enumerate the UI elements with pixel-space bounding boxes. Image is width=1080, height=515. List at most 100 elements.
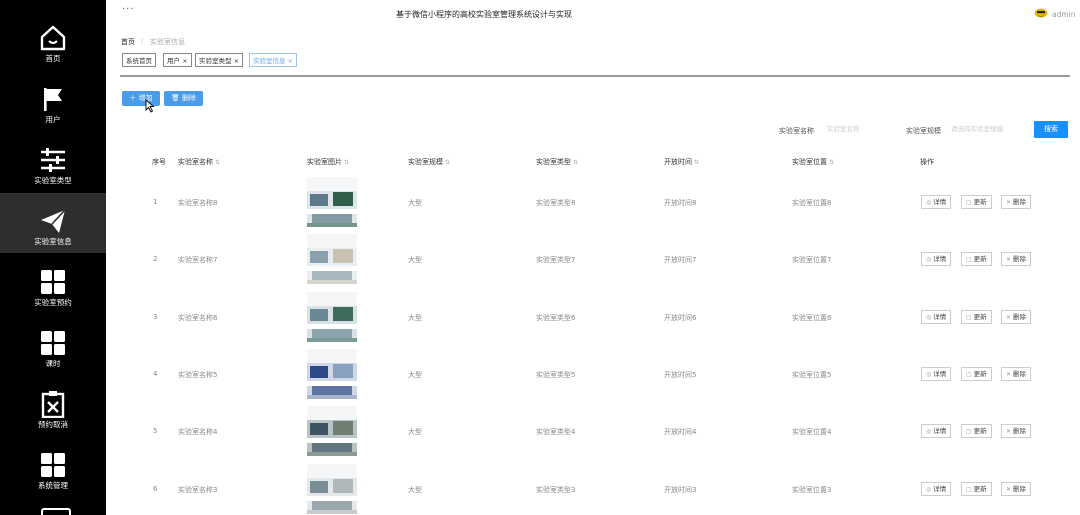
lab-scale-cell: 大型 (408, 370, 422, 379)
sort-icon[interactable]: ⇅ (694, 159, 699, 166)
sort-icon[interactable]: ⇅ (344, 159, 349, 166)
eye-icon: ◎ (926, 256, 932, 264)
close-icon: ✕ (1006, 199, 1012, 206)
menu-toggle[interactable]: ··· (122, 4, 135, 15)
detail-button[interactable]: ◎ 详情 (921, 309, 952, 324)
sort-icon[interactable]: ⇅ (829, 159, 834, 166)
sidebar: 首页 用户 实验室类型 实验室信息 实验室预约 课时 预约取消 系统管理 (0, 0, 106, 515)
lab-type-cell: 实验室类型5 (536, 370, 576, 379)
lab-name-cell: 实验室名称7 (178, 256, 218, 265)
row-delete-button-label: 删除 (1013, 369, 1027, 378)
row-index: 2 (153, 255, 158, 264)
tab-lab-info[interactable]: 实验室信息 × (249, 53, 298, 67)
lab-type-cell: 实验室类型4 (536, 428, 576, 437)
row-delete-button[interactable]: ✕ 删除 (1001, 309, 1032, 324)
edit-icon: ▢ (966, 485, 972, 493)
row-index: 6 (153, 484, 158, 493)
tab-system-home[interactable]: 系统首页 (122, 53, 156, 67)
search-button[interactable]: 搜索 (1034, 121, 1068, 138)
sidebar-item-label: 用户 (45, 115, 61, 124)
row-delete-button[interactable]: ✕ 删除 (1001, 252, 1032, 267)
home-icon (40, 25, 66, 51)
detail-button-label: 详情 (933, 198, 947, 206)
delete-button[interactable]: 🗑 删除 (164, 91, 203, 106)
row-delete-button[interactable]: ✕ 删除 (1001, 195, 1032, 209)
update-button[interactable]: ▢ 更新 (961, 424, 992, 439)
tab-user[interactable]: 用户 × (163, 53, 192, 67)
close-icon: ✕ (1006, 370, 1012, 378)
close-icon: ✕ (1006, 313, 1012, 321)
lab-scale-cell: 大型 (408, 256, 422, 265)
cursor-icon (145, 99, 155, 113)
column-header-time[interactable]: 开放时间 ⇅ (664, 157, 699, 167)
sidebar-item-lab-reserve[interactable]: 实验室预约 (0, 254, 106, 314)
grid-icon (41, 331, 65, 355)
lab-image[interactable] (307, 177, 357, 227)
column-header-location[interactable]: 实验室位置 ⇅ (792, 157, 834, 167)
update-button[interactable]: ▢ 更新 (961, 309, 992, 324)
sidebar-item-lab-type[interactable]: 实验室类型 (0, 132, 106, 192)
sidebar-item-label: 实验室预约 (34, 298, 72, 307)
name-search-label: 实验室名称 (779, 127, 814, 135)
tab-lab-type[interactable]: 实验室类型 × (195, 53, 244, 67)
lab-type-cell: 实验室类型7 (536, 256, 576, 265)
more-icon[interactable] (41, 508, 71, 515)
sidebar-item-class-hour[interactable]: 课时 (0, 315, 106, 375)
sidebar-item-label: 实验室类型 (34, 176, 72, 185)
column-header-scale[interactable]: 实验室规模 ⇅ (408, 157, 450, 167)
scale-search-select[interactable]: 请选择实验室规模 (951, 122, 1027, 137)
eye-icon: ◎ (926, 428, 932, 436)
sidebar-item-lab-info[interactable]: 实验室信息 (0, 193, 106, 253)
avatar-icon[interactable] (1034, 7, 1048, 19)
username[interactable]: admin (1052, 10, 1076, 19)
lab-image[interactable] (307, 234, 357, 285)
update-button[interactable]: ▢ 更新 (961, 252, 992, 267)
update-button[interactable]: ▢ 更新 (961, 366, 992, 381)
flag-icon (44, 88, 62, 111)
lab-name-cell: 实验室名称4 (178, 428, 218, 437)
column-header-actions: 操作 (920, 158, 934, 166)
row-index: 3 (153, 312, 158, 321)
clipboard-x-icon (41, 391, 65, 418)
lab-image[interactable] (307, 291, 357, 342)
lab-scale-cell: 大型 (408, 313, 422, 322)
detail-button[interactable]: ◎ 详情 (921, 252, 952, 267)
row-delete-button[interactable]: ✕ 删除 (1001, 366, 1032, 381)
sidebar-item-label: 预约取消 (38, 420, 68, 429)
lab-location-cell: 实验室位置7 (792, 256, 832, 265)
update-button[interactable]: ▢ 更新 (961, 481, 992, 496)
lab-name-cell: 实验室名称8 (178, 199, 218, 207)
lab-type-cell: 实验室类型6 (536, 313, 576, 322)
sidebar-item-user[interactable]: 用户 (0, 71, 106, 131)
name-search-input[interactable]: 实验室名称 (827, 122, 893, 137)
detail-button[interactable]: ◎ 详情 (921, 481, 952, 496)
lab-image[interactable] (307, 463, 357, 514)
column-header-image[interactable]: 实验室图片 ⇅ (307, 157, 349, 167)
open-time-cell: 开放时间5 (664, 370, 697, 379)
lab-location-cell: 实验室位置8 (792, 199, 832, 207)
detail-button[interactable]: ◎ 详情 (921, 366, 952, 381)
row-delete-button[interactable]: ✕ 删除 (1001, 481, 1032, 496)
row-index: 1 (153, 198, 158, 206)
open-time-cell: 开放时间6 (664, 313, 697, 322)
detail-button[interactable]: ◎ 详情 (921, 424, 952, 439)
update-button-label: 更新 (973, 312, 987, 321)
breadcrumb-home[interactable]: 首页 (121, 37, 135, 47)
detail-button[interactable]: ◎ 详情 (921, 195, 952, 209)
open-time-cell: 开放时间8 (664, 199, 697, 207)
column-header-name[interactable]: 实验室名称 ⇅ (178, 157, 220, 167)
lab-location-cell: 实验室位置4 (792, 428, 832, 437)
lab-image[interactable] (307, 348, 357, 399)
row-delete-button[interactable]: ✕ 删除 (1001, 424, 1032, 439)
column-header-type[interactable]: 实验室类型 ⇅ (536, 157, 578, 167)
row-delete-button-label: 删除 (1013, 427, 1027, 436)
sidebar-item-cancel[interactable]: 预约取消 (0, 376, 106, 436)
sort-icon[interactable]: ⇅ (215, 159, 220, 166)
update-button[interactable]: ▢ 更新 (961, 195, 992, 209)
sort-icon[interactable]: ⇅ (573, 159, 578, 166)
sidebar-item-system[interactable]: 系统管理 (0, 437, 106, 497)
sidebar-item-home[interactable]: 首页 (0, 10, 106, 70)
update-button-label: 更新 (973, 369, 987, 378)
sort-icon[interactable]: ⇅ (445, 159, 450, 166)
lab-image[interactable] (307, 406, 357, 457)
